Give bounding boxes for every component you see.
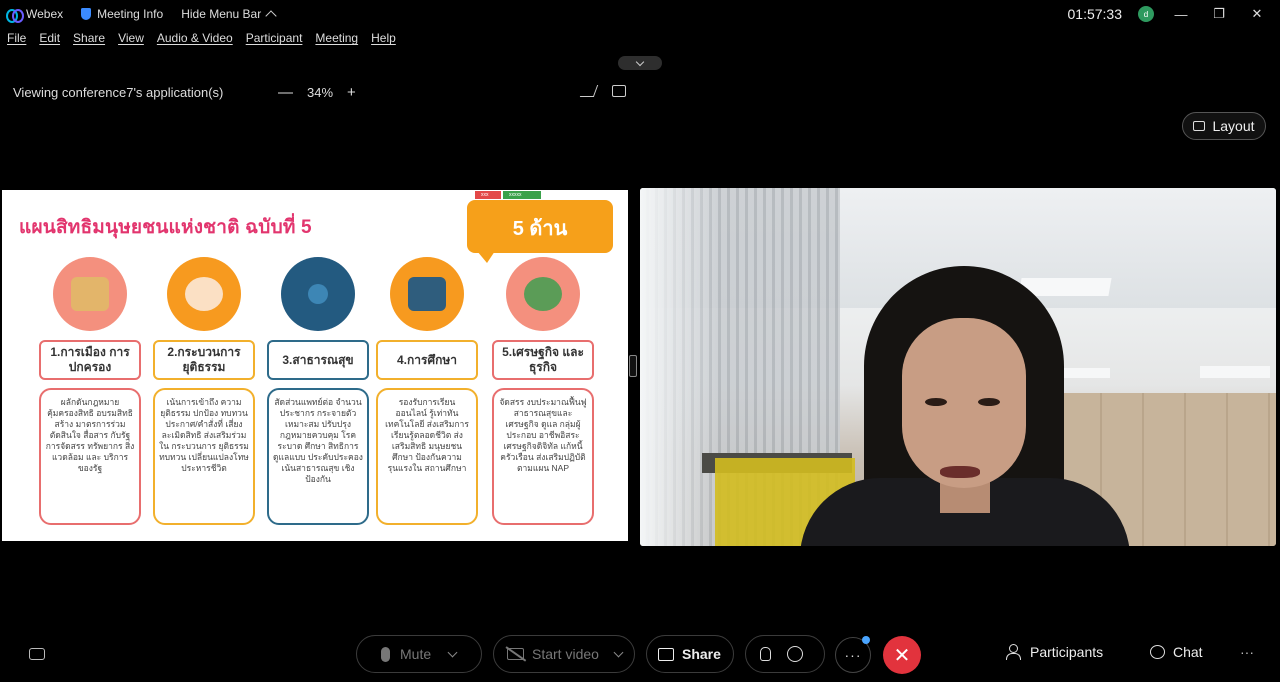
- mini-badge-red: xxx: [475, 191, 501, 199]
- zoom-out-button[interactable]: —: [278, 84, 293, 101]
- temple-icon: [53, 257, 127, 331]
- layout-button[interactable]: Layout: [1182, 112, 1266, 140]
- slide-mini-badges: xxx xxxxx: [475, 191, 541, 199]
- video-person-eye: [925, 398, 947, 406]
- menu-edit[interactable]: Edit: [39, 31, 60, 51]
- zoom-level: 34%: [307, 84, 334, 100]
- panel-overflow-button[interactable]: ···: [1240, 644, 1254, 660]
- video-ceiling-light: [1200, 366, 1270, 378]
- menu-help[interactable]: Help: [371, 31, 396, 51]
- video-person-mouth: [940, 466, 980, 478]
- mute-button[interactable]: Mute: [356, 635, 482, 673]
- start-video-button[interactable]: Start video: [493, 635, 635, 673]
- reactions-icon[interactable]: [787, 646, 803, 662]
- menu-share[interactable]: Share: [73, 31, 105, 51]
- share-screen-icon: [658, 647, 674, 661]
- app-name: Webex: [26, 7, 64, 21]
- menu-bar: File Edit Share View Audio & Video Parti…: [0, 31, 396, 51]
- shield-icon: [81, 8, 92, 20]
- notification-dot: [862, 636, 870, 644]
- shared-content[interactable]: แผนสิทธิมนุษยชนแห่งชาติ ฉบับที่ 5 xxx xx…: [2, 190, 628, 541]
- pillar-label: 1.การเมือง การปกครอง: [39, 340, 141, 380]
- zoom-controls: — 34% +: [278, 84, 356, 101]
- participants-button[interactable]: Participants: [1006, 644, 1103, 660]
- participants-label: Participants: [1030, 644, 1104, 660]
- pillar-label: 3.สาธารณสุข: [267, 340, 369, 380]
- participants-icon: [1006, 644, 1022, 660]
- video-person-face: [902, 318, 1026, 488]
- pillar-description: สัดส่วนแพทย์ต่อ จำนวนประชากร กระจายตัว เ…: [267, 388, 369, 525]
- chevron-down-icon[interactable]: [613, 647, 624, 657]
- pillar-description: เน้นการเข้าถึง ความยุติธรรม ปกป้อง ทบทวน…: [153, 388, 255, 525]
- classroom-icon: [390, 257, 464, 331]
- chat-button[interactable]: Chat: [1150, 644, 1203, 660]
- chevron-up-icon: [265, 10, 277, 22]
- close-window-button[interactable]: ✕: [1246, 3, 1268, 25]
- participant-video[interactable]: [640, 188, 1276, 546]
- pillar-label: 4.การศึกษา: [376, 340, 478, 380]
- video-person-eye: [978, 398, 1000, 406]
- zoom-in-button[interactable]: +: [347, 84, 356, 101]
- raise-hand-icon[interactable]: [760, 647, 771, 661]
- hide-menu-bar-button[interactable]: Hide Menu Bar: [181, 7, 277, 22]
- menu-view[interactable]: View: [118, 31, 144, 51]
- microphone-icon: [381, 646, 390, 662]
- share-button[interactable]: Share: [646, 635, 734, 673]
- avatar[interactable]: d: [1138, 6, 1154, 22]
- globe-coins-icon: [506, 257, 580, 331]
- mute-label: Mute: [400, 646, 432, 662]
- fit-window-icon[interactable]: [612, 85, 626, 97]
- pillar-description: ผลักดันกฎหมาย คุ้มครองสิทธิ อบรมสิทธิ สร…: [39, 388, 141, 525]
- chevron-down-icon[interactable]: [447, 647, 458, 657]
- annotate-icon[interactable]: [579, 85, 599, 97]
- chat-label: Chat: [1173, 644, 1203, 660]
- title-bar: Webex Meeting Info Hide Menu Bar 01:57:3…: [0, 0, 1280, 28]
- justice-hand-icon: [167, 257, 241, 331]
- slide-title: แผนสิทธิมนุษยชนแห่งชาติ ฉบับที่ 5: [19, 217, 312, 238]
- video-window-light: [640, 188, 720, 546]
- reactions-group: [745, 635, 825, 673]
- hide-menu-bar-label: Hide Menu Bar: [181, 7, 262, 21]
- pillar-label: 5.เศรษฐกิจ และธุรกิจ: [492, 340, 594, 380]
- menu-meeting[interactable]: Meeting: [315, 31, 358, 51]
- menu-participant[interactable]: Participant: [246, 31, 303, 51]
- pillar-label: 2.กระบวนการ ยุติธรรม: [153, 340, 255, 380]
- split-resize-handle[interactable]: [629, 355, 637, 377]
- menu-file[interactable]: File: [7, 31, 26, 51]
- viewing-label: Viewing conference7's application(s): [13, 84, 224, 100]
- meeting-info-label: Meeting Info: [97, 7, 164, 21]
- collapse-toolbar-button[interactable]: [618, 56, 662, 70]
- webex-logo-icon: [6, 9, 24, 23]
- pillar-description: รองรับการเรียน ออนไลน์ รู้เท่าทัน เทคโนโ…: [376, 388, 478, 525]
- start-video-label: Start video: [532, 646, 599, 662]
- meeting-info-button[interactable]: Meeting Info: [81, 7, 163, 21]
- share-toolbar: Viewing conference7's application(s) — 3…: [0, 80, 640, 104]
- meeting-timer: 01:57:33: [1067, 6, 1123, 22]
- slide-badge: 5 ด้าน: [512, 218, 568, 240]
- chat-icon: [1150, 645, 1165, 659]
- closed-captions-icon[interactable]: [29, 648, 45, 660]
- mini-badge-green: xxxxx: [503, 191, 541, 199]
- chevron-down-icon: [635, 57, 645, 66]
- camera-off-icon: [507, 648, 524, 660]
- share-label: Share: [682, 646, 721, 662]
- menu-audio-video[interactable]: Audio & Video: [157, 31, 233, 51]
- pillar-description: จัดสรร งบประมาณฟื้นฟู สาธารณสุขและ เศรษฐ…: [492, 388, 594, 525]
- minimize-button[interactable]: —: [1170, 3, 1192, 25]
- health-network-icon: [281, 257, 355, 331]
- app-menu[interactable]: Webex: [6, 7, 64, 23]
- restore-button[interactable]: ❐: [1208, 3, 1230, 25]
- layout-label: Layout: [1212, 118, 1255, 134]
- leave-meeting-button[interactable]: ✕: [883, 636, 921, 674]
- meeting-controls: Mute Start video Share ··· ✕ Participant…: [0, 632, 1280, 678]
- layout-icon: [1193, 121, 1206, 131]
